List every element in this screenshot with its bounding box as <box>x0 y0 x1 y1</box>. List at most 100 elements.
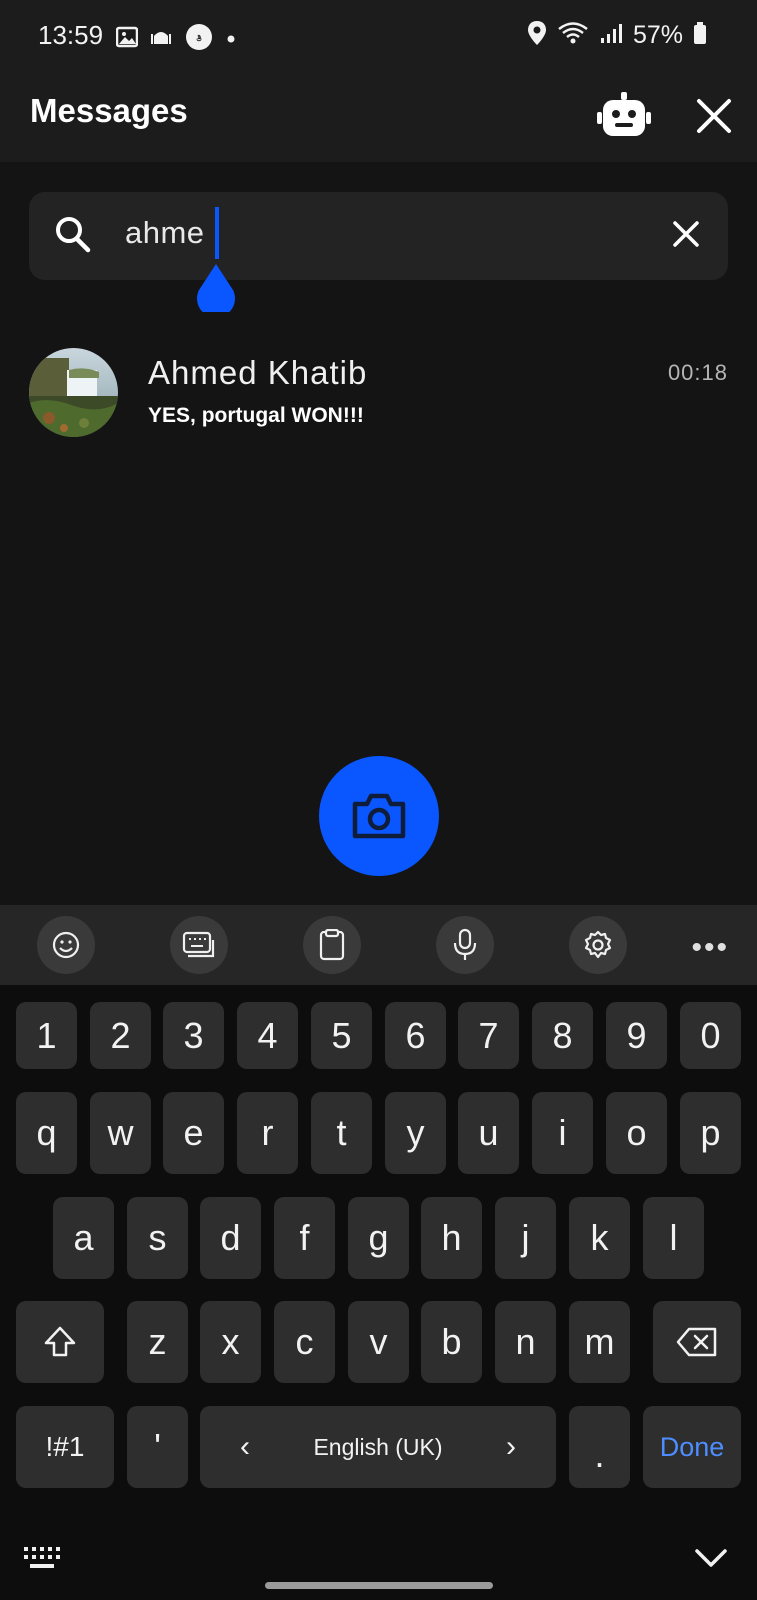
key-1[interactable]: 1 <box>16 1002 77 1069</box>
text-caret <box>215 207 219 259</box>
status-icons-right: 57% <box>527 20 707 51</box>
shift-key[interactable] <box>16 1301 104 1383</box>
close-icon <box>697 99 731 133</box>
key-l[interactable]: l <box>643 1197 704 1279</box>
shift-icon <box>44 1326 76 1357</box>
keyboard-mode-icon <box>182 931 215 958</box>
key-m[interactable]: m <box>569 1301 630 1383</box>
period-key[interactable]: . <box>569 1406 630 1488</box>
emoji-button[interactable] <box>37 916 95 974</box>
key-9[interactable]: 9 <box>606 1002 667 1069</box>
message-time: 00:18 <box>667 360 728 385</box>
camera-button[interactable] <box>319 756 439 876</box>
key-8[interactable]: 8 <box>532 1002 593 1069</box>
keypad-icon <box>24 1547 60 1568</box>
key-d[interactable]: d <box>200 1197 261 1279</box>
backspace-key[interactable] <box>653 1301 741 1383</box>
settings-button[interactable] <box>569 916 627 974</box>
key-f[interactable]: f <box>274 1197 335 1279</box>
key-6[interactable]: 6 <box>385 1002 446 1069</box>
keyboard-mode-button[interactable] <box>170 916 228 974</box>
key-n[interactable]: n <box>495 1301 556 1383</box>
page-title: Messages <box>30 92 188 129</box>
apostrophe-key[interactable]: ' <box>127 1406 188 1488</box>
search-input[interactable]: ahme <box>125 215 205 251</box>
key-j[interactable]: j <box>495 1197 556 1279</box>
key-r[interactable]: r <box>237 1092 298 1174</box>
microphone-button[interactable] <box>436 916 494 974</box>
contact-name: Ahmed Khatib <box>148 354 368 391</box>
done-key[interactable]: Done <box>643 1406 741 1488</box>
location-icon <box>527 20 547 51</box>
key-v[interactable]: v <box>348 1301 409 1383</box>
backspace-icon <box>676 1327 717 1357</box>
avatar <box>29 348 118 437</box>
status-bar: 13:59 ತಿ 57% <box>0 0 757 70</box>
key-s[interactable]: s <box>127 1197 188 1279</box>
microphone-icon <box>453 928 477 960</box>
key-i[interactable]: i <box>532 1092 593 1174</box>
key-c[interactable]: c <box>274 1301 335 1383</box>
robot-button[interactable] <box>596 88 652 144</box>
keyboard-toolbar: ••• <box>0 905 757 985</box>
key-z[interactable]: z <box>127 1301 188 1383</box>
key-4[interactable]: 4 <box>237 1002 298 1069</box>
space-bar[interactable]: ‹ English (UK) › <box>200 1406 556 1488</box>
home-indicator[interactable] <box>265 1582 493 1589</box>
battery-percent: 57% <box>632 21 683 49</box>
symbols-key[interactable]: !#1 <box>16 1406 114 1488</box>
keyboard: 1 2 3 4 5 6 7 8 9 0 q w e r t y u i o p … <box>0 985 757 1600</box>
clear-icon <box>673 221 699 247</box>
keyboard-grid-button[interactable] <box>22 1545 62 1576</box>
key-y[interactable]: y <box>385 1092 446 1174</box>
battery-icon <box>693 21 707 50</box>
key-o[interactable]: o <box>606 1092 667 1174</box>
mosque-icon <box>150 26 172 53</box>
gallery-icon <box>115 26 139 53</box>
key-2[interactable]: 2 <box>90 1002 151 1069</box>
key-5[interactable]: 5 <box>311 1002 372 1069</box>
clear-search-button[interactable] <box>668 216 704 257</box>
key-e[interactable]: e <box>163 1092 224 1174</box>
key-b[interactable]: b <box>421 1301 482 1383</box>
dot-icon <box>226 31 236 49</box>
key-t[interactable]: t <box>311 1092 372 1174</box>
key-w[interactable]: w <box>90 1092 151 1174</box>
key-k[interactable]: k <box>569 1197 630 1279</box>
chevron-down-icon <box>695 1549 727 1567</box>
status-time: 13:59 <box>38 20 104 50</box>
message-preview: YES, portugal WON!!! <box>148 404 364 427</box>
space-label: English (UK) <box>313 1433 443 1460</box>
clipboard-button[interactable] <box>303 916 361 974</box>
close-button[interactable] <box>686 88 742 144</box>
emoji-icon <box>52 931 80 959</box>
key-3[interactable]: 3 <box>163 1002 224 1069</box>
settings-icon <box>584 930 612 959</box>
key-x[interactable]: x <box>200 1301 261 1383</box>
wifi-icon <box>557 20 589 51</box>
key-h[interactable]: h <box>421 1197 482 1279</box>
key-g[interactable]: g <box>348 1197 409 1279</box>
key-q[interactable]: q <box>16 1092 77 1174</box>
status-icons-left: ತಿ <box>115 22 236 57</box>
signal-icon <box>599 21 623 50</box>
clipboard-icon <box>319 929 345 961</box>
svg-text:ತಿ: ತಿ <box>196 33 202 44</box>
key-p[interactable]: p <box>680 1092 741 1174</box>
key-u[interactable]: u <box>458 1092 519 1174</box>
search-bar[interactable]: ahme <box>29 192 728 280</box>
hide-keyboard-button[interactable] <box>693 1543 729 1578</box>
robot-icon <box>597 92 651 136</box>
camera-icon <box>352 793 406 839</box>
app-bar: Messages <box>0 70 757 162</box>
caret-handle[interactable] <box>195 264 237 312</box>
key-0[interactable]: 0 <box>680 1002 741 1069</box>
conversation-row[interactable]: Ahmed Khatib 00:18 YES, portugal WON!!! <box>0 340 757 440</box>
key-a[interactable]: a <box>53 1197 114 1279</box>
language-left-arrow: ‹ <box>240 1430 250 1463</box>
key-7[interactable]: 7 <box>458 1002 519 1069</box>
app-badge-icon: ತಿ <box>184 22 214 57</box>
search-icon <box>55 216 91 259</box>
more-options-button[interactable]: ••• <box>691 931 729 965</box>
language-right-arrow: › <box>506 1430 516 1463</box>
